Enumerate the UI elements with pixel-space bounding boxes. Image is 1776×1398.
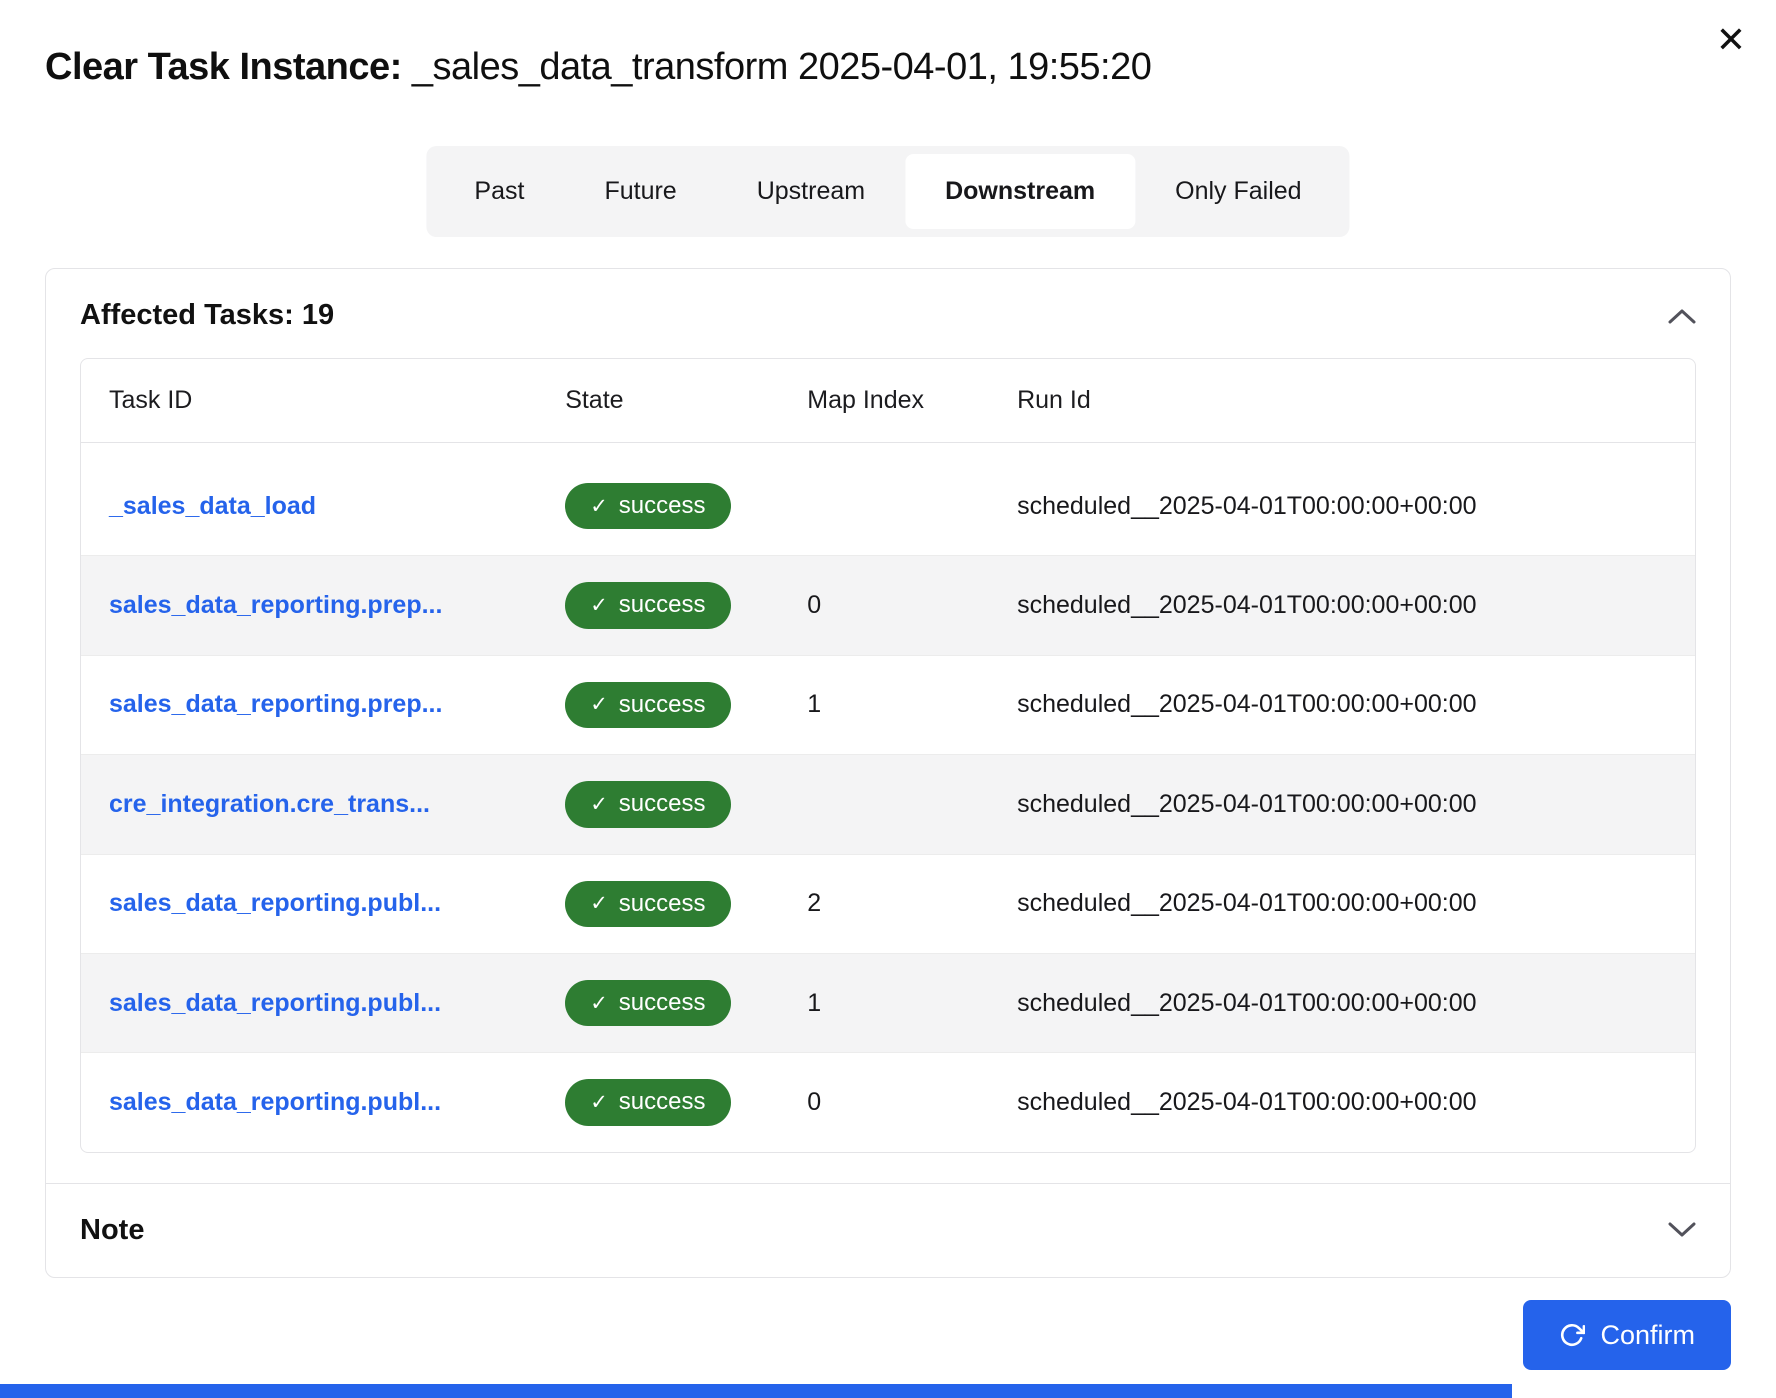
task-id-cell: sales_data_reporting.publ...	[81, 854, 565, 953]
task-id-link[interactable]: sales_data_reporting.publ...	[109, 889, 441, 917]
scope-tabs: PastFutureUpstreamDownstreamOnly Failed	[426, 146, 1349, 237]
run-id-cell: scheduled__2025-04-01T00:00:00+00:00	[1017, 953, 1695, 1052]
chevron-up-icon	[1668, 308, 1696, 324]
state-label: success	[619, 493, 706, 519]
task-id-link[interactable]: cre_integration.cre_trans...	[109, 790, 430, 818]
check-icon: ✓	[590, 495, 608, 518]
title-prefix: Clear Task Instance:	[45, 46, 402, 88]
task-id-cell: sales_data_reporting.prep...	[81, 655, 565, 754]
task-id-cell: cre_integration.cre_trans...	[81, 755, 565, 854]
run-id-cell: scheduled__2025-04-01T00:00:00+00:00	[1017, 755, 1695, 854]
state-label: success	[619, 891, 706, 917]
state-cell: ✓ success	[565, 953, 807, 1052]
column-header: State	[565, 359, 807, 443]
check-icon: ✓	[590, 892, 608, 915]
state-label: success	[619, 592, 706, 618]
page-title: Clear Task Instance: _sales_data_transfo…	[45, 46, 1151, 89]
map-index-cell: 2	[807, 854, 1017, 953]
confirm-label: Confirm	[1600, 1320, 1695, 1351]
background-page-bar	[0, 1384, 1512, 1398]
status-badge: ✓ success	[565, 980, 730, 1026]
map-index-cell: 0	[807, 1053, 1017, 1152]
affected-tasks-title: Affected Tasks: 19	[80, 299, 334, 332]
note-accordion-header[interactable]: Note	[80, 1214, 1696, 1247]
tab-only-failed[interactable]: Only Failed	[1135, 154, 1341, 229]
affected-tasks-body: _sales_data_load ✓ success scheduled__2025-…	[81, 443, 1695, 1152]
modal-panel: Affected Tasks: 19 Task IDStateMap Index…	[45, 268, 1731, 1278]
tab-upstream[interactable]: Upstream	[717, 154, 905, 229]
table-row: sales_data_reporting.publ... ✓ success 1sch…	[81, 953, 1695, 1052]
tab-future[interactable]: Future	[564, 154, 716, 229]
state-label: success	[619, 692, 706, 718]
check-icon: ✓	[590, 594, 608, 617]
table-row: _sales_data_load ✓ success scheduled__2025-…	[81, 457, 1695, 556]
column-header: Run Id	[1017, 359, 1695, 443]
map-index-cell	[807, 755, 1017, 854]
title-subject: _sales_data_transform 2025-04-01, 19:55:…	[412, 46, 1152, 88]
check-icon: ✓	[590, 1091, 608, 1114]
table-row: cre_integration.cre_trans... ✓ success sche…	[81, 755, 1695, 854]
column-header: Task ID	[81, 359, 565, 443]
task-id-cell: sales_data_reporting.publ...	[81, 953, 565, 1052]
status-badge: ✓ success	[565, 781, 730, 827]
state-label: success	[619, 1089, 706, 1115]
check-icon: ✓	[590, 992, 608, 1015]
task-id-link[interactable]: sales_data_reporting.prep...	[109, 690, 442, 718]
table-row: sales_data_reporting.publ... ✓ success 0sch…	[81, 1053, 1695, 1152]
state-label: success	[619, 990, 706, 1016]
task-id-cell: sales_data_reporting.prep...	[81, 556, 565, 655]
table-row: sales_data_reporting.prep... ✓ success 1sch…	[81, 655, 1695, 754]
redo-icon	[1559, 1322, 1585, 1348]
status-badge: ✓ success	[565, 582, 730, 628]
note-title: Note	[80, 1214, 144, 1247]
state-cell: ✓ success	[565, 457, 807, 556]
map-index-cell	[807, 457, 1017, 556]
status-badge: ✓ success	[565, 881, 730, 927]
status-badge: ✓ success	[565, 682, 730, 728]
tab-downstream[interactable]: Downstream	[905, 154, 1135, 229]
state-cell: ✓ success	[565, 1053, 807, 1152]
affected-tasks-accordion-header[interactable]: Affected Tasks: 19	[80, 299, 1696, 332]
chevron-down-icon	[1668, 1222, 1696, 1238]
state-cell: ✓ success	[565, 655, 807, 754]
map-index-cell: 1	[807, 953, 1017, 1052]
task-id-cell: _sales_data_load	[81, 457, 565, 556]
state-cell: ✓ success	[565, 854, 807, 953]
status-badge: ✓ success	[565, 483, 730, 529]
check-icon: ✓	[590, 793, 608, 816]
check-icon: ✓	[590, 693, 608, 716]
run-id-cell: scheduled__2025-04-01T00:00:00+00:00	[1017, 1053, 1695, 1152]
note-section: Note	[46, 1183, 1730, 1277]
close-icon[interactable]: ✕	[1716, 22, 1746, 58]
task-id-link[interactable]: sales_data_reporting.publ...	[109, 989, 441, 1017]
map-index-cell: 1	[807, 655, 1017, 754]
run-id-cell: scheduled__2025-04-01T00:00:00+00:00	[1017, 655, 1695, 754]
task-id-link[interactable]: sales_data_reporting.prep...	[109, 591, 442, 619]
run-id-cell: scheduled__2025-04-01T00:00:00+00:00	[1017, 457, 1695, 556]
column-header: Map Index	[807, 359, 1017, 443]
confirm-button[interactable]: Confirm	[1523, 1300, 1731, 1370]
task-id-cell: sales_data_reporting.publ...	[81, 1053, 565, 1152]
task-id-link[interactable]: _sales_data_load	[109, 492, 316, 520]
affected-tasks-table: Task IDStateMap IndexRun Id _sales_data_…	[80, 358, 1696, 1153]
affected-tasks-section: Affected Tasks: 19 Task IDStateMap Index…	[46, 269, 1730, 1183]
map-index-cell: 0	[807, 556, 1017, 655]
run-id-cell: scheduled__2025-04-01T00:00:00+00:00	[1017, 854, 1695, 953]
table-row: sales_data_reporting.publ... ✓ success 2sch…	[81, 854, 1695, 953]
state-cell: ✓ success	[565, 755, 807, 854]
tab-past[interactable]: Past	[434, 154, 564, 229]
status-badge: ✓ success	[565, 1079, 730, 1125]
state-cell: ✓ success	[565, 556, 807, 655]
affected-tasks-header-row: Task IDStateMap IndexRun Id	[81, 359, 1695, 443]
run-id-cell: scheduled__2025-04-01T00:00:00+00:00	[1017, 556, 1695, 655]
task-id-link[interactable]: sales_data_reporting.publ...	[109, 1088, 441, 1116]
state-label: success	[619, 791, 706, 817]
table-row: sales_data_reporting.prep... ✓ success 0sch…	[81, 556, 1695, 655]
